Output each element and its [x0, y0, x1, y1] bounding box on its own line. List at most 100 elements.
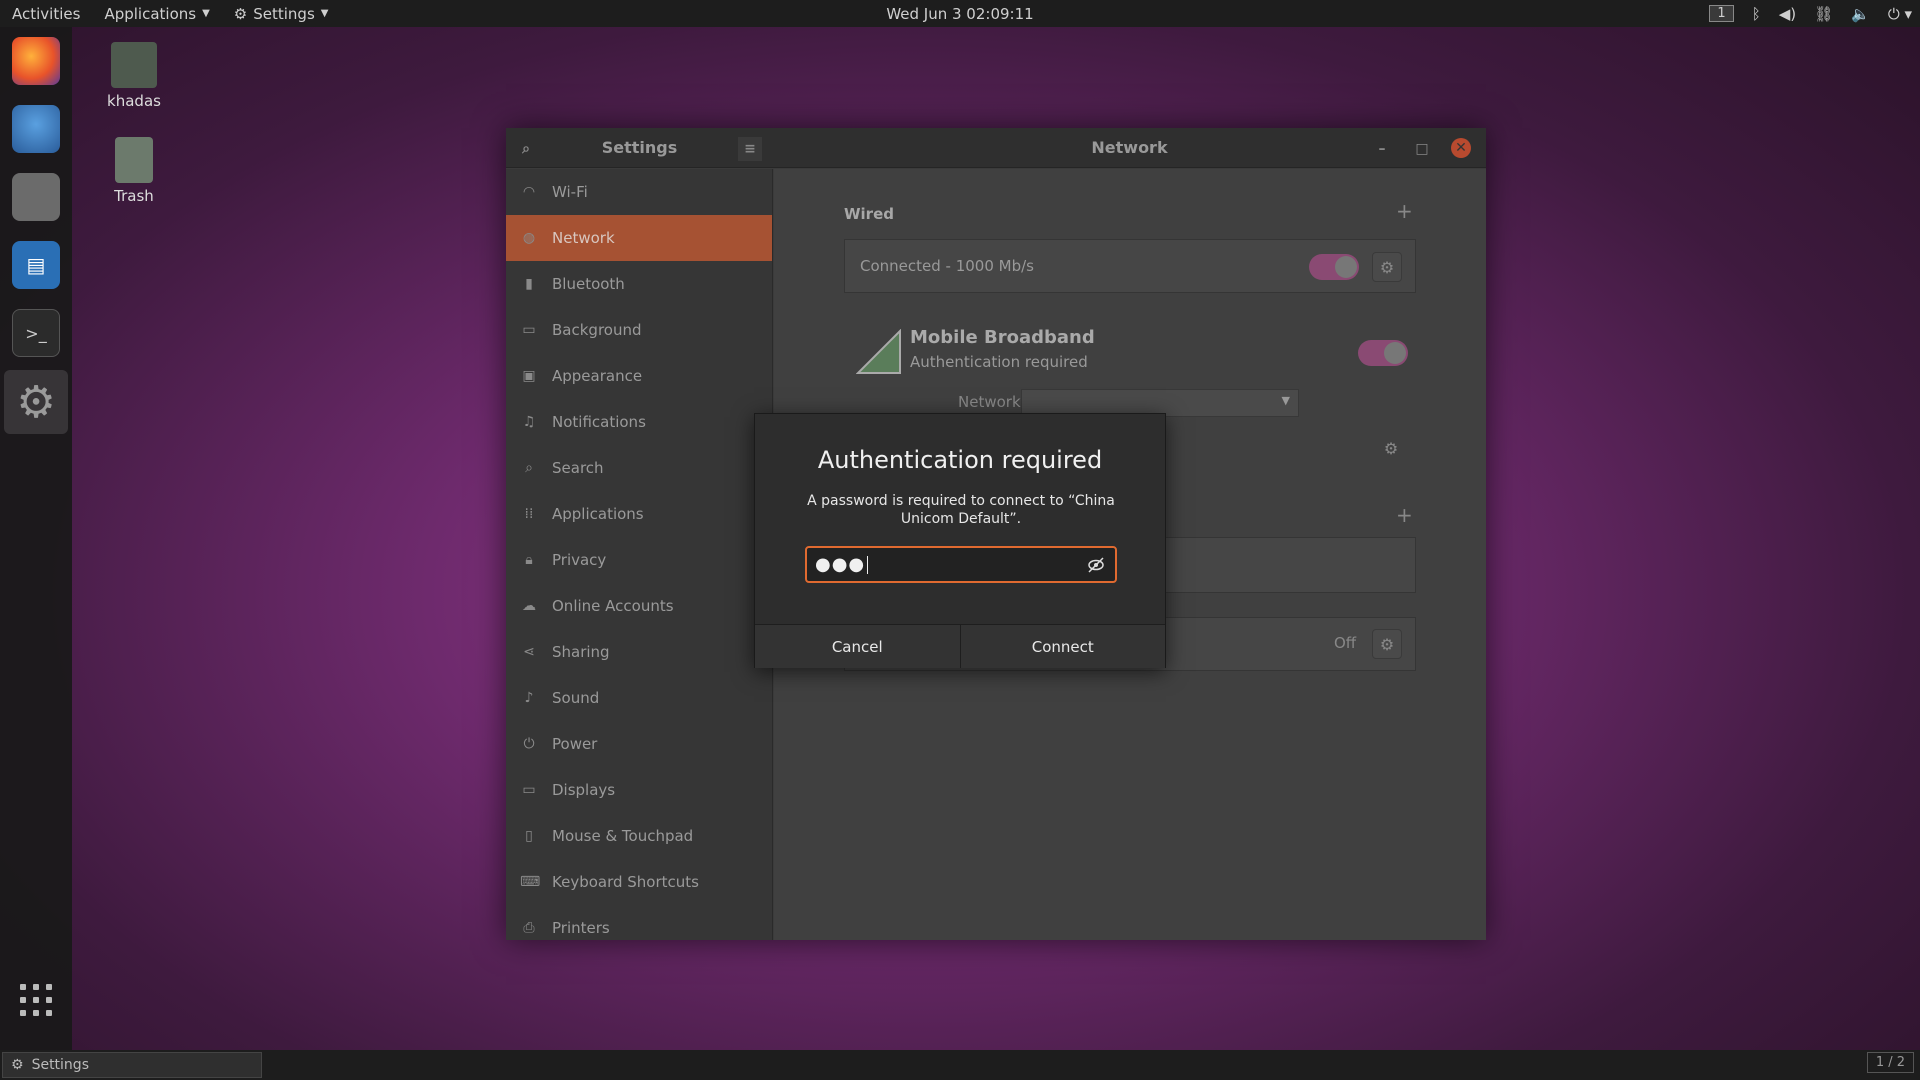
- gear-icon: ⚙: [11, 1057, 24, 1073]
- bottom-bar: ⚙ Settings 1 / 2: [0, 1050, 1920, 1080]
- speaker-icon[interactable]: ◀): [1779, 5, 1796, 23]
- printer-icon: ⎙: [523, 920, 535, 936]
- activities-button[interactable]: Activities: [0, 5, 92, 23]
- bluetooth-icon[interactable]: ᛒ: [1752, 5, 1761, 23]
- sidebar-item-search[interactable]: ⌕ Search: [506, 445, 772, 491]
- wired-section-title: Wired: [844, 205, 894, 223]
- sidebar-item-label: Network: [552, 229, 615, 247]
- trash-label: Trash: [114, 187, 154, 205]
- window-header: ⌕ Settings ≡ Network – □ ✕: [506, 128, 1486, 168]
- writer-icon[interactable]: ▤: [12, 241, 60, 289]
- top-bar: Activities Applications ▼ ⚙ Settings ▼ Wed …: [0, 0, 1920, 27]
- sidebar-item-label: Printers: [552, 919, 610, 937]
- cloud-icon: ☁: [522, 598, 536, 614]
- system-tray: 1 ᛒ ◀) ⛓ 🔈 ⏻ ▾: [1709, 5, 1912, 23]
- add-wired-icon[interactable]: +: [1396, 199, 1413, 223]
- sidebar-item-privacy[interactable]: 🔒︎Privacy›: [506, 537, 772, 583]
- apps-icon: ⁞⁞: [524, 506, 534, 522]
- sidebar-item-label: Displays: [552, 781, 616, 799]
- clock[interactable]: Wed Jun 3 02:09:11: [886, 5, 1033, 23]
- power-icon[interactable]: ⏻ ▾: [1888, 5, 1912, 23]
- gear-icon: ⚙: [233, 4, 248, 23]
- sidebar-item-label: Online Accounts: [552, 597, 674, 615]
- taskbar-settings-label: Settings: [31, 1057, 89, 1073]
- sidebar-item-label: Sharing: [552, 643, 610, 661]
- sidebar-item-label: Power: [552, 735, 598, 753]
- gear-icon[interactable]: ⚙: [1372, 629, 1402, 659]
- search-icon: ⌕: [525, 460, 533, 476]
- mobile-broadband-title: Mobile Broadband: [910, 327, 1095, 348]
- appearance-icon: ▣: [522, 368, 536, 384]
- display-icon: ▭: [522, 782, 536, 798]
- workspace-pager[interactable]: 1 / 2: [1866, 1052, 1914, 1073]
- sidebar-item-online-accounts[interactable]: ☁ Online Accounts: [506, 583, 772, 629]
- sidebar-item-label: Applications: [552, 505, 644, 523]
- terminal-icon[interactable]: >_: [12, 309, 60, 357]
- thunderbird-icon[interactable]: [12, 105, 60, 153]
- sidebar-item-network[interactable]: ◍ Network: [506, 215, 772, 261]
- workspace-indicator[interactable]: 1: [1709, 5, 1734, 22]
- menu-icon[interactable]: ≡: [738, 137, 762, 161]
- volume-icon[interactable]: 🔈: [1851, 5, 1870, 23]
- mobile-broadband-icon: [855, 328, 902, 375]
- taskbar-settings-button[interactable]: ⚙ Settings: [2, 1052, 262, 1078]
- gear-icon[interactable]: ⚙: [1376, 433, 1406, 463]
- settings-app-menu[interactable]: ⚙ Settings ▼: [222, 5, 341, 23]
- mouse-icon: ▯: [525, 828, 533, 844]
- desktop-trash[interactable]: Trash: [94, 137, 174, 205]
- add-vpn-icon[interactable]: +: [1396, 503, 1413, 527]
- password-mask: ●●●: [815, 554, 866, 575]
- dialog-message: A password is required to connect to “Ch…: [807, 493, 1115, 527]
- network-icon[interactable]: ⛓: [1814, 5, 1833, 23]
- share-icon: ⋖: [523, 644, 535, 660]
- dialog-title: Authentication required: [817, 446, 1103, 474]
- sidebar-item-sound[interactable]: ♪ Sound: [506, 675, 772, 721]
- sidebar-item-applications[interactable]: ⁞⁞Applications›: [506, 491, 772, 537]
- sidebar-item-appearance[interactable]: ▣ Appearance: [506, 353, 772, 399]
- sidebar-item-label: Sound: [552, 689, 600, 707]
- show-password-icon[interactable]: [1087, 556, 1105, 574]
- cancel-button[interactable]: Cancel: [755, 625, 960, 668]
- password-input[interactable]: ●●●: [805, 546, 1117, 583]
- mobile-broadband-toggle[interactable]: [1358, 340, 1408, 366]
- mobile-broadband-subtitle: Authentication required: [910, 353, 1088, 371]
- settings-dock-icon[interactable]: ⚙: [4, 370, 68, 434]
- sidebar-item-mouse-touchpad[interactable]: ▯ Mouse & Touchpad: [506, 813, 772, 859]
- sidebar-item-sharing[interactable]: ⋖ Sharing: [506, 629, 772, 675]
- home-folder-icon: [111, 42, 157, 88]
- gear-icon[interactable]: ⚙: [1372, 252, 1402, 282]
- sidebar-item-label: Wi-Fi: [552, 183, 588, 201]
- sidebar-item-power[interactable]: ⏻ Power: [506, 721, 772, 767]
- caret-down-icon: ▼: [202, 8, 210, 19]
- sidebar-item-displays[interactable]: ▭ Displays: [506, 767, 772, 813]
- wifi-icon: ◠: [522, 184, 536, 200]
- sidebar-item-bluetooth[interactable]: ▮ Bluetooth: [506, 261, 772, 307]
- minimize-button[interactable]: –: [1370, 137, 1394, 161]
- settings-app-label: Settings: [253, 4, 315, 23]
- applications-menu[interactable]: Applications ▼: [92, 5, 221, 23]
- show-applications-button[interactable]: [20, 984, 52, 1016]
- dialog-buttons: Cancel Connect: [755, 624, 1165, 668]
- wired-toggle[interactable]: [1309, 254, 1359, 280]
- maximize-button[interactable]: □: [1410, 137, 1434, 161]
- sidebar-item-keyboard-shortcuts[interactable]: ⌨ Keyboard Shortcuts: [506, 859, 772, 905]
- bell-icon: ♫: [522, 414, 536, 430]
- sidebar-item-label: Mouse & Touchpad: [552, 827, 694, 845]
- sidebar-item-label: Background: [552, 321, 642, 339]
- wired-status: Connected - 1000 Mb/s: [860, 257, 1034, 275]
- caret-down-icon: ▼: [320, 8, 329, 19]
- files-icon[interactable]: [12, 173, 60, 221]
- sidebar-item-background[interactable]: ▭ Background: [506, 307, 772, 353]
- sidebar-item-label: Privacy: [552, 551, 607, 569]
- close-button[interactable]: ✕: [1451, 138, 1471, 158]
- firefox-icon[interactable]: [12, 37, 60, 85]
- sidebar-item-wifi[interactable]: ◠ Wi-Fi: [506, 169, 772, 215]
- sidebar-item-printers[interactable]: ⎙ Printers: [506, 905, 772, 940]
- sidebar-item-label: Bluetooth: [552, 275, 625, 293]
- bluetooth-icon: ▮: [525, 276, 533, 292]
- desktop-home-folder[interactable]: khadas: [94, 42, 174, 110]
- sidebar-item-notifications[interactable]: ♫ Notifications: [506, 399, 772, 445]
- connect-button[interactable]: Connect: [959, 625, 1165, 668]
- music-icon: ♪: [524, 690, 534, 706]
- network-label: Network: [958, 393, 1021, 411]
